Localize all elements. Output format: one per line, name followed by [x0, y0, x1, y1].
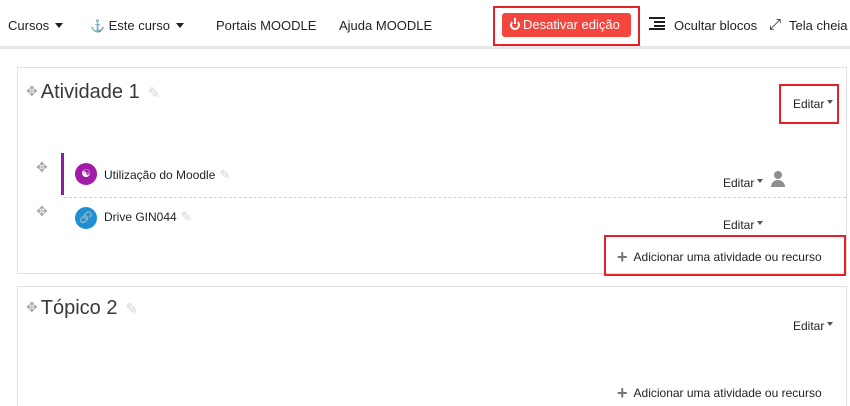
add-activity-link[interactable]: + Adicionar uma atividade ou recurso — [617, 247, 822, 268]
this-course-menu[interactable]: ⚓ Este curso — [90, 18, 184, 33]
activity-edit-menu[interactable]: Editar — [723, 218, 764, 232]
this-course-menu-label: Este curso — [108, 18, 170, 33]
plus-icon: + — [617, 383, 628, 403]
section-edit-label: Editar — [793, 319, 825, 333]
section-atividade-1: ✥ Atividade 1 ✎ Editar ✥ ☯ Utilização do M… — [17, 67, 848, 276]
chevron-down-icon — [757, 179, 764, 183]
disable-editing-label: Desativar edição — [523, 17, 620, 32]
activity-divider — [64, 197, 846, 198]
courses-menu-label: Cursos — [8, 18, 50, 33]
user-icon[interactable] — [771, 171, 785, 187]
activity-link[interactable]: Utilização do Moodle ✎ — [104, 167, 230, 183]
activity-item: ✥ 🔗 Drive GIN044 ✎ Editar — [18, 203, 848, 239]
hide-blocks-icon[interactable] — [649, 17, 665, 30]
activity-edit-label: Editar — [723, 218, 755, 232]
section-edit-menu[interactable]: Editar — [793, 97, 834, 111]
help-link[interactable]: Ajuda MOODLE — [339, 18, 432, 33]
restricted-indicator-bar — [61, 153, 64, 195]
section-title-text: Tópico 2 — [40, 297, 118, 319]
section-edit-menu[interactable]: Editar — [793, 319, 834, 333]
pencil-icon[interactable]: ✎ — [148, 85, 161, 102]
move-icon[interactable]: ✥ — [36, 203, 48, 220]
activity-name: Drive GIN044 — [104, 210, 177, 224]
url-link-icon: 🔗 — [75, 207, 97, 229]
plus-icon: + — [617, 247, 628, 267]
fullscreen-link[interactable]: Tela cheia — [789, 18, 848, 33]
move-icon[interactable]: ✥ — [26, 299, 38, 315]
pencil-icon[interactable]: ✎ — [181, 209, 192, 224]
courses-menu[interactable]: Cursos — [8, 18, 64, 33]
expand-icon[interactable]: ⤢ — [769, 16, 781, 33]
activity-edit-menu[interactable]: Editar — [723, 176, 764, 190]
move-icon[interactable]: ✥ — [26, 83, 38, 99]
chevron-down-icon — [757, 221, 764, 225]
chevron-down-icon — [827, 322, 834, 326]
power-icon — [510, 18, 520, 30]
disable-editing-button[interactable]: Desativar edição — [502, 13, 631, 37]
portals-link[interactable]: Portais MOODLE — [216, 18, 316, 33]
chevron-down-icon — [55, 23, 64, 28]
section-topico-2: ✥ Tópico 2 ✎ Editar + Adicionar uma ativida… — [17, 286, 847, 406]
hide-blocks-link[interactable]: Ocultar blocos — [674, 18, 757, 33]
add-activity-label: Adicionar uma atividade ou recurso — [633, 386, 822, 400]
section-title-text: Atividade 1 — [40, 81, 140, 103]
add-activity-label: Adicionar uma atividade ou recurso — [633, 250, 822, 264]
chevron-down-icon — [827, 100, 834, 104]
move-icon[interactable]: ✥ — [36, 159, 48, 176]
chevron-down-icon — [176, 23, 184, 28]
add-activity-link[interactable]: + Adicionar uma atividade ou recurso — [617, 383, 822, 404]
pencil-icon[interactable]: ✎ — [219, 167, 230, 182]
section-title: ✥ Atividade 1 ✎ — [26, 81, 160, 104]
activity-link[interactable]: Drive GIN044 ✎ — [104, 209, 192, 225]
sitemap-icon: ⚓ — [90, 19, 105, 33]
pencil-icon[interactable]: ✎ — [125, 301, 138, 318]
forum-icon: ☯ — [75, 163, 97, 185]
activity-edit-label: Editar — [723, 176, 755, 190]
activity-name: Utilização do Moodle — [104, 168, 216, 182]
section-title: ✥ Tópico 2 ✎ — [26, 297, 138, 320]
top-navbar: Cursos ⚓ Este curso Portais MOODLE Ajuda… — [0, 0, 850, 49]
activity-item: ✥ ☯ Utilização do Moodle ✎ Editar — [18, 153, 848, 195]
section-edit-label: Editar — [793, 97, 825, 111]
